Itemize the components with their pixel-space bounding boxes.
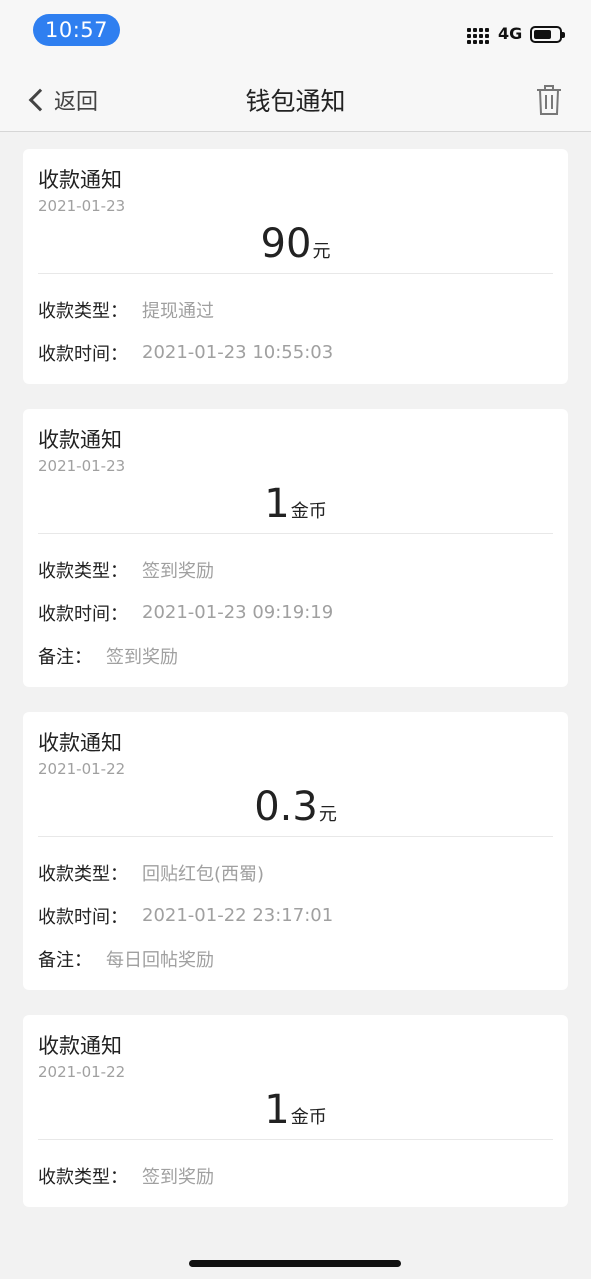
detail-row: 收款时间： 2021-01-23 09:19:19 (38, 591, 553, 634)
detail-row: 收款类型： 签到奖励 (38, 1154, 553, 1197)
detail-value: 提现通过 (142, 300, 214, 322)
amount-row: 1金币 (38, 1080, 553, 1140)
detail-value: 2021-01-23 10:55:03 (142, 342, 334, 363)
card-date: 2021-01-22 (38, 1063, 126, 1081)
detail-value: 回贴红包(西蜀) (142, 863, 265, 885)
detail-value: 签到奖励 (142, 560, 214, 582)
amount-unit: 元 (312, 241, 331, 262)
detail-label: 收款类型： (38, 560, 128, 582)
home-indicator (189, 1260, 401, 1267)
detail-row: 收款类型： 回贴红包(西蜀) (38, 851, 553, 894)
detail-row: 收款类型： 签到奖励 (38, 548, 553, 591)
detail-label: 备注： (38, 949, 92, 971)
detail-value: 2021-01-23 09:19:19 (142, 602, 334, 623)
card-date: 2021-01-23 (38, 197, 126, 215)
amount-row: 90元 (38, 214, 553, 274)
delete-button[interactable] (536, 84, 562, 116)
amount-unit: 金币 (290, 1107, 327, 1128)
page-title: 钱包通知 (245, 87, 346, 116)
detail-row: 收款类型： 提现通过 (38, 288, 553, 331)
detail-label: 收款时间： (38, 906, 128, 928)
card-title: 收款通知 (38, 168, 122, 192)
card-title: 收款通知 (38, 731, 122, 755)
card-details: 收款类型： 签到奖励 收款时间： 2021-01-23 09:19:19 备注：… (38, 534, 553, 687)
card-details: 收款类型： 签到奖励 (38, 1140, 553, 1207)
detail-value: 2021-01-22 23:17:01 (142, 905, 334, 926)
notification-card[interactable]: 收款通知 2021-01-22 1金币 收款类型： 签到奖励 (23, 1015, 568, 1207)
detail-value: 签到奖励 (106, 646, 178, 668)
detail-label: 收款时间： (38, 343, 128, 365)
notification-card[interactable]: 收款通知 2021-01-23 90元 收款类型： 提现通过 收款时间： 202… (23, 149, 568, 384)
nav-bar: 返回 钱包通知 (0, 62, 591, 132)
detail-label: 收款类型： (38, 300, 128, 322)
amount-value: 1 (264, 481, 290, 527)
card-date: 2021-01-22 (38, 760, 126, 778)
notification-list: 收款通知 2021-01-23 90元 收款类型： 提现通过 收款时间： 202… (0, 132, 591, 1207)
detail-label: 收款类型： (38, 1166, 128, 1188)
card-title: 收款通知 (38, 1034, 122, 1058)
detail-label: 收款类型： (38, 863, 128, 885)
amount-value: 1 (264, 1087, 290, 1133)
detail-value: 每日回帖奖励 (106, 949, 214, 971)
status-bar: 10:57 4G (0, 0, 591, 62)
card-details: 收款类型： 回贴红包(西蜀) 收款时间： 2021-01-22 23:17:01… (38, 837, 553, 990)
cellular-signal-icon (467, 28, 489, 44)
amount-row: 1金币 (38, 474, 553, 534)
battery-icon (530, 26, 565, 43)
network-type: 4G (498, 24, 523, 43)
card-title: 收款通知 (38, 428, 122, 452)
detail-row: 备注： 每日回帖奖励 (38, 937, 553, 980)
trash-icon (537, 85, 561, 115)
detail-row: 备注： 签到奖励 (38, 634, 553, 677)
detail-row: 收款时间： 2021-01-22 23:17:01 (38, 894, 553, 937)
amount-row: 0.3元 (38, 777, 553, 837)
amount-unit: 金币 (290, 501, 327, 522)
detail-label: 备注： (38, 646, 92, 668)
detail-value: 签到奖励 (142, 1166, 214, 1188)
amount-value: 0.3 (254, 784, 318, 830)
status-time: 10:57 (33, 14, 120, 46)
notification-card[interactable]: 收款通知 2021-01-23 1金币 收款类型： 签到奖励 收款时间： 202… (23, 409, 568, 687)
notification-card[interactable]: 收款通知 2021-01-22 0.3元 收款类型： 回贴红包(西蜀) 收款时间… (23, 712, 568, 990)
amount-value: 90 (260, 221, 312, 267)
detail-label: 收款时间： (38, 603, 128, 625)
card-date: 2021-01-23 (38, 457, 126, 475)
amount-unit: 元 (318, 804, 337, 825)
detail-row: 收款时间： 2021-01-23 10:55:03 (38, 331, 553, 374)
card-details: 收款类型： 提现通过 收款时间： 2021-01-23 10:55:03 (38, 274, 553, 384)
